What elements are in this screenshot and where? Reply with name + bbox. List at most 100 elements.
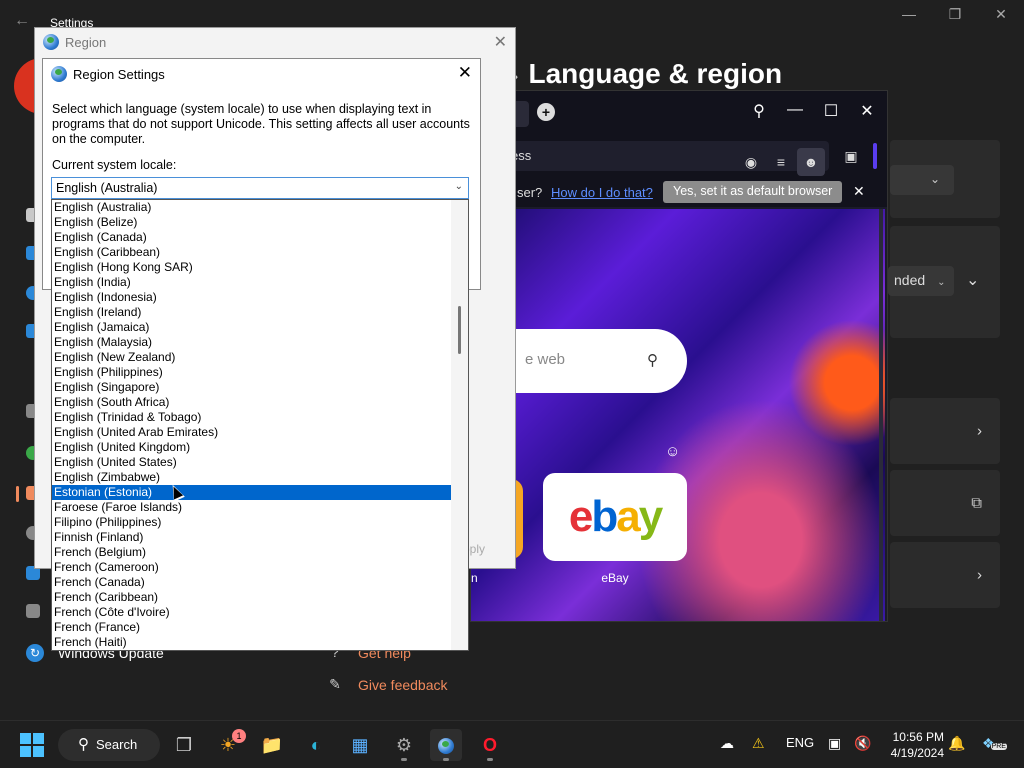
feedback-icon: ✎ xyxy=(329,676,341,692)
locale-dropdown-list: English (Australia) English (Belize) Engli… xyxy=(51,199,469,651)
address-toolbar: ess ◉ ≡ ☻ ▣ xyxy=(471,135,887,177)
locale-option[interactable]: Estonian (Estonia) xyxy=(52,485,451,500)
address-bar[interactable]: ess ◉ ≡ ☻ xyxy=(471,141,829,176)
chevron-right-icon: › xyxy=(977,422,982,440)
speed-dial-ebay[interactable]: ebay xyxy=(543,473,687,561)
restore-icon[interactable]: ❐ xyxy=(940,6,970,23)
security-warning-icon[interactable]: ⚠ xyxy=(752,735,765,752)
sidebar-accent xyxy=(873,143,877,169)
maximize-icon[interactable]: ☐ xyxy=(819,101,843,121)
display-icon[interactable]: ▣ xyxy=(828,735,841,752)
locale-option[interactable]: English (Caribbean) xyxy=(52,245,451,260)
how-do-i-link[interactable]: How do I do that? xyxy=(551,185,653,200)
store-icon[interactable]: ▦ xyxy=(344,729,376,761)
globe-clock-icon xyxy=(51,66,67,82)
opera-icon[interactable]: O xyxy=(474,729,506,761)
region-title: Region xyxy=(43,34,106,50)
smiley-icon[interactable]: ☺ xyxy=(665,443,680,460)
nav-privacy-shield-icon[interactable] xyxy=(26,604,40,618)
taskbar-search[interactable]: ⚲ Search xyxy=(58,729,160,761)
locale-description: Select which language (system locale) to… xyxy=(52,102,470,146)
locale-option[interactable]: English (United Kingdom) xyxy=(52,440,451,455)
speed-dial-label: n xyxy=(471,571,478,585)
locale-option[interactable]: French (Canada) xyxy=(52,575,451,590)
close-icon[interactable]: ✕ xyxy=(458,63,472,83)
back-arrow-icon[interactable]: ← xyxy=(14,12,30,30)
scrollbar[interactable] xyxy=(451,200,468,650)
file-explorer-icon[interactable]: 📁 xyxy=(256,729,288,761)
locale-option[interactable]: English (Zimbabwe) xyxy=(52,470,451,485)
locale-option[interactable]: French (France) xyxy=(52,620,451,635)
easy-setup-icon[interactable]: ≡ xyxy=(767,148,795,176)
weather-icon[interactable]: ☀ 1 xyxy=(212,729,246,761)
profile-icon[interactable]: ☻ xyxy=(797,148,825,176)
locale-option[interactable]: English (Ireland) xyxy=(52,305,451,320)
locale-option[interactable]: Filipino (Philippines) xyxy=(52,515,451,530)
locale-options: English (Australia) English (Belize) Engli… xyxy=(52,200,468,650)
locale-option[interactable]: English (Hong Kong SAR) xyxy=(52,260,451,275)
locale-option[interactable]: French (Côte d'Ivoire) xyxy=(52,605,451,620)
dismiss-notification-icon[interactable]: ✕ xyxy=(853,183,865,200)
locale-option[interactable]: French (Belgium) xyxy=(52,545,451,560)
default-browser-notification: ser? How do I do that? Yes, set it as de… xyxy=(471,177,887,207)
open-external-icon: ⧉ xyxy=(971,494,982,512)
locale-option[interactable]: English (New Zealand) xyxy=(52,350,451,365)
set-default-browser-button[interactable]: Yes, set it as default browser xyxy=(663,181,843,203)
nav-selected-indicator xyxy=(16,486,19,502)
extensions-cube-icon[interactable]: ▣ xyxy=(837,142,865,170)
locale-option[interactable]: English (Trinidad & Tobago) xyxy=(52,410,451,425)
locale-option[interactable]: English (Philippines) xyxy=(52,365,451,380)
locale-option[interactable]: English (United States) xyxy=(52,455,451,470)
scrollbar-thumb[interactable] xyxy=(458,306,461,354)
notification-bell-icon[interactable]: 🔔 xyxy=(948,735,965,752)
locale-option[interactable]: French (Haiti) xyxy=(52,635,451,650)
current-locale-label: Current system locale: xyxy=(52,158,177,172)
locale-option[interactable]: English (Belize) xyxy=(52,215,451,230)
region-app-icon[interactable] xyxy=(430,729,462,761)
locale-option[interactable]: Finnish (Finland) xyxy=(52,530,451,545)
settings-card-link[interactable]: › xyxy=(890,398,1000,464)
minimize-icon[interactable]: — xyxy=(783,101,807,119)
settings-card-link[interactable]: › xyxy=(890,542,1000,608)
locale-option[interactable]: English (United Arab Emirates) xyxy=(52,425,451,440)
locale-option[interactable]: English (Singapore) xyxy=(52,380,451,395)
clock[interactable]: 10:56 PM 4/19/2024 xyxy=(884,729,944,761)
minimize-icon[interactable]: — xyxy=(894,6,924,22)
locale-option[interactable]: English (Jamaica) xyxy=(52,320,451,335)
scrollbar[interactable] xyxy=(879,209,883,621)
edge-icon[interactable]: ◐ xyxy=(300,729,332,761)
locale-option[interactable]: English (Malaysia) xyxy=(52,335,451,350)
give-feedback-link[interactable]: ✎ Give feedback xyxy=(326,676,447,694)
locale-option[interactable]: French (Cameroon) xyxy=(52,560,451,575)
volume-mute-icon[interactable]: 🔇 xyxy=(854,735,871,752)
camera-icon[interactable]: ◉ xyxy=(737,148,765,176)
copilot-icon[interactable]: ❖PRE xyxy=(982,735,1007,752)
close-icon[interactable]: ✕ xyxy=(494,32,507,52)
locale-option[interactable]: English (South Africa) xyxy=(52,395,451,410)
region-format-dropdown[interactable]: ⌄ xyxy=(890,165,954,195)
browser-window: + ⚲ — ☐ ✕ ess ◉ ≡ ☻ ▣ ser? How do I do t… xyxy=(470,90,888,622)
new-tab-icon[interactable]: + xyxy=(537,103,555,121)
task-view-icon[interactable]: ❐ xyxy=(168,729,200,761)
system-locale-select[interactable]: English (Australia) ⌄ xyxy=(51,177,469,199)
search-icon[interactable]: ⚲ xyxy=(747,101,771,121)
locale-option[interactable]: English (India) xyxy=(52,275,451,290)
locale-option[interactable]: English (Indonesia) xyxy=(52,290,451,305)
settings-card-external[interactable]: ⧉ xyxy=(890,470,1000,536)
locale-option[interactable]: English (Canada) xyxy=(52,230,451,245)
locale-option[interactable]: Faroese (Faroe Islands) xyxy=(52,500,451,515)
page-title-text: Language & region xyxy=(528,58,783,89)
close-icon[interactable]: ✕ xyxy=(986,6,1016,23)
locale-option[interactable]: English (Australia) xyxy=(52,200,451,215)
start-button[interactable] xyxy=(20,733,44,757)
input-language[interactable]: ENG xyxy=(786,735,814,750)
onedrive-icon[interactable]: ☁ xyxy=(720,735,734,752)
close-icon[interactable]: ✕ xyxy=(855,101,879,121)
ebay-logo: ebay xyxy=(568,492,663,541)
taskbar: ⚲ Search ❐ ☀ 1 📁 ◐ ▦ ⚙ O ☁ ⚠ ENG ▣ 🔇 10:5… xyxy=(0,720,1024,768)
language-dropdown[interactable]: nded ⌄ xyxy=(888,266,954,296)
locale-option[interactable]: French (Caribbean) xyxy=(52,590,451,605)
settings-gear-icon[interactable]: ⚙ xyxy=(388,729,420,761)
expand-chevron-icon[interactable]: ⌄ xyxy=(966,270,979,290)
chevron-down-icon: ⌄ xyxy=(937,277,946,288)
